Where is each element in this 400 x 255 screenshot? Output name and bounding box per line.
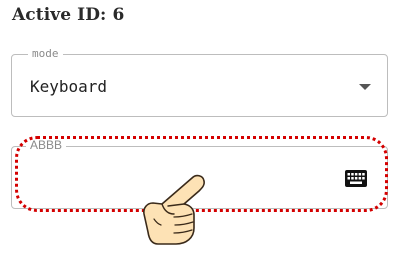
mode-select-value[interactable]: Keyboard bbox=[30, 77, 107, 96]
abbb-field-label: ABBB bbox=[26, 138, 67, 152]
chevron-down-icon[interactable] bbox=[359, 84, 371, 90]
mode-select[interactable]: mode Keyboard bbox=[11, 47, 388, 117]
mode-select-label: mode bbox=[28, 47, 63, 61]
page-title: Active ID: 6 bbox=[12, 5, 125, 25]
abbb-input[interactable] bbox=[26, 165, 340, 195]
abbb-text-field[interactable]: ABBB bbox=[11, 138, 388, 209]
keyboard-icon[interactable] bbox=[345, 170, 367, 187]
